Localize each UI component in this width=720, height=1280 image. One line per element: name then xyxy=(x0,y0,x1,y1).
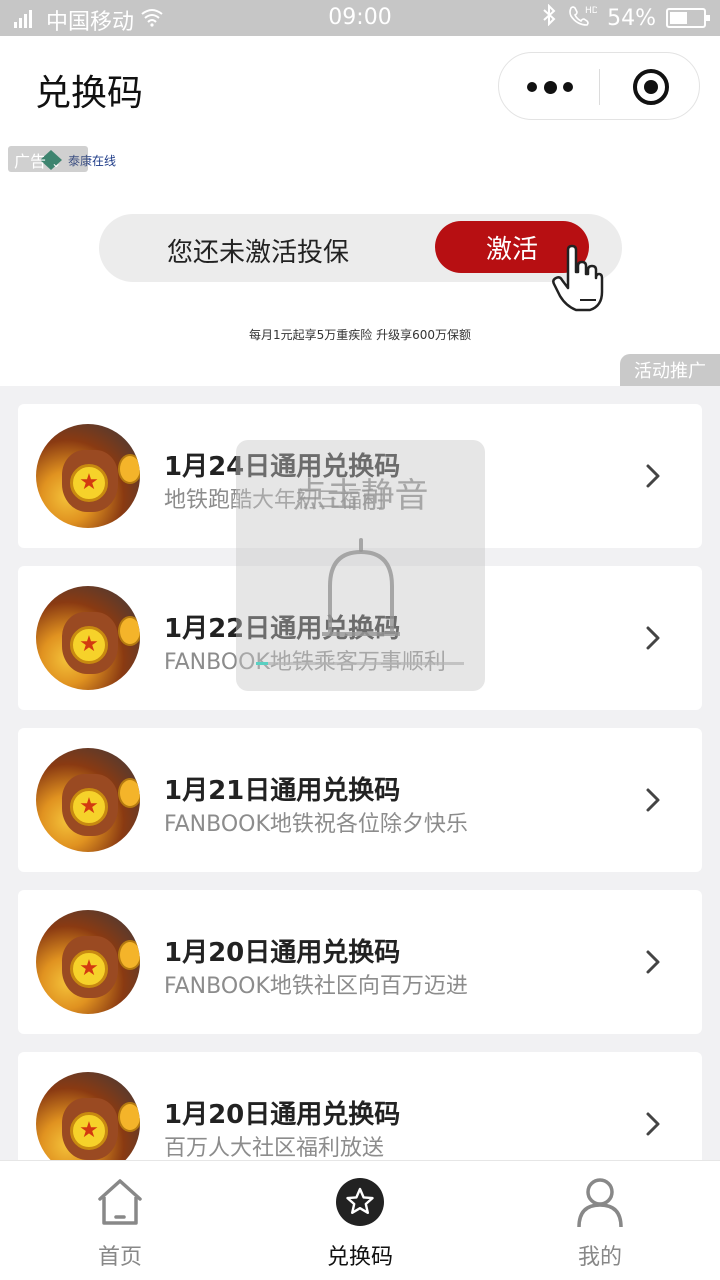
chevron-right-icon xyxy=(646,464,660,488)
status-bar: 中国移动 09:00 HD 54% xyxy=(0,0,720,36)
capsule-divider xyxy=(599,69,600,105)
tab-home-label: 首页 xyxy=(97,1245,142,1270)
toast-progress xyxy=(256,662,464,665)
list-item-title: 1月21日通用兑换码 xyxy=(164,776,401,806)
header: 兑换码 xyxy=(0,36,720,136)
list-item[interactable]: 1月21日通用兑换码 FANBOOK地铁祝各位除夕快乐 xyxy=(18,728,702,872)
money-bag-avatar xyxy=(36,424,140,528)
tab-mine-label: 我的 xyxy=(577,1245,622,1270)
tab-home[interactable]: 首页 xyxy=(0,1161,240,1280)
tab-redeem-code-label: 兑换码 xyxy=(326,1245,393,1270)
list-item-subtitle: FANBOOK地铁祝各位除夕快乐 xyxy=(164,812,468,837)
chevron-right-icon xyxy=(646,788,660,812)
hd-call-icon: HD xyxy=(567,4,599,32)
more-dots-icon[interactable] xyxy=(527,75,573,99)
activate-pill[interactable]: 您还未激活投保 激活 xyxy=(99,214,622,282)
toast-text: 点击静音 xyxy=(292,476,429,516)
chevron-right-icon xyxy=(646,1112,660,1136)
status-right: HD 54% xyxy=(541,3,710,32)
list-item-subtitle: FANBOOK地铁社区向百万迈进 xyxy=(164,974,468,999)
chevron-right-icon xyxy=(646,626,660,650)
ad-banner[interactable]: 泰康在线 广告 ⌄ 您还未激活投保 激活 每月1元起享5万重疾险 升级享600万… xyxy=(0,136,720,386)
target-icon[interactable] xyxy=(633,69,669,105)
list-item[interactable]: 1月20日通用兑换码 FANBOOK地铁社区向百万迈进 xyxy=(18,890,702,1034)
list-item-title: 1月20日通用兑换码 xyxy=(164,1100,401,1130)
tab-bar: 首页 兑换码 我的 xyxy=(0,1160,720,1280)
user-icon xyxy=(577,1178,623,1227)
banner-subtitle: 每月1元起享5万重疾险 升级享600万保额 xyxy=(249,328,471,342)
svg-text:HD: HD xyxy=(585,6,597,16)
battery-percent: 54% xyxy=(607,5,656,31)
list-item-title: 1月20日通用兑换码 xyxy=(164,938,401,968)
page-title: 兑换码 xyxy=(35,73,144,114)
ad-tag-label: 广告 xyxy=(14,152,47,171)
bluetooth-icon xyxy=(541,3,557,32)
promo-tag: 活动推广 xyxy=(620,354,720,386)
tab-redeem-code[interactable]: 兑换码 xyxy=(240,1161,480,1280)
money-bag-avatar xyxy=(36,910,140,1014)
mini-program-capsule xyxy=(498,52,700,120)
chevron-right-icon xyxy=(646,950,660,974)
money-bag-avatar xyxy=(36,748,140,852)
pointer-hand-icon xyxy=(552,244,604,312)
ad-tag[interactable]: 广告 ⌄ xyxy=(8,146,88,172)
activate-text: 您还未激活投保 xyxy=(167,238,350,268)
chevron-down-icon: ⌄ xyxy=(51,156,62,170)
money-bag-avatar xyxy=(36,586,140,690)
tab-mine[interactable]: 我的 xyxy=(480,1161,720,1280)
bell-icon xyxy=(322,538,400,636)
star-icon xyxy=(336,1178,384,1226)
home-icon xyxy=(98,1179,142,1225)
battery-fill xyxy=(670,12,688,24)
battery-icon xyxy=(666,8,710,28)
list-item-subtitle: 百万人大社区福利放送 xyxy=(164,1136,385,1161)
mute-toast[interactable]: 点击静音 xyxy=(236,440,485,691)
